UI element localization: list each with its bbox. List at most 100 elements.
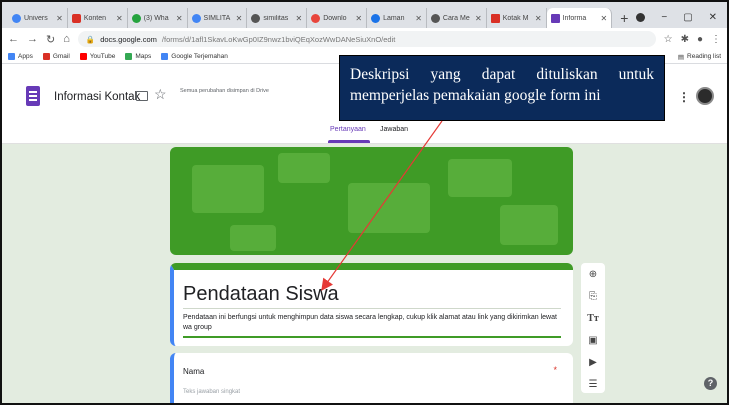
annotation-callout: Deskripsi yang dapat dituliskan untuk me… [339,55,665,121]
divider [183,308,561,309]
section-icon[interactable]: ☰ [586,377,600,391]
profile-dot-icon[interactable] [636,12,646,22]
help-icon[interactable]: ? [704,377,717,390]
banner-shape [500,205,558,245]
banner-shape [230,225,276,251]
forms-tabs: Pertanyaan Jawaban [2,122,727,144]
bookmark-translate[interactable]: Google Terjemahan [161,53,228,60]
form-description[interactable]: Pendataan ini berfungsi untuk menghimpun… [183,313,558,333]
tab-close-icon[interactable]: ✕ [176,14,183,23]
tab-title: Konten [83,14,107,22]
browser-tab[interactable]: (3) Wha ✕ [128,8,188,28]
tab-close-icon[interactable]: ✕ [116,14,123,23]
tab-favicon-icon [490,13,500,23]
form-title-card[interactable]: Pendataan Siswa Pendataan ini berfungsi … [170,263,573,346]
bookmark-label: Apps [18,53,33,60]
forward-icon[interactable]: → [27,33,38,45]
tab-close-icon[interactable]: ✕ [355,14,362,23]
tab-favicon-icon [550,13,560,23]
browser-tab[interactable]: Cara Me ✕ [427,8,487,28]
tab-close-icon[interactable]: ✕ [535,14,542,23]
maps-icon [125,53,133,60]
close-window-icon[interactable]: ✕ [709,12,717,23]
google-forms-logo-icon[interactable] [26,86,40,106]
bookmark-label: Gmail [52,53,70,60]
address-bar[interactable]: 🔒 docs.google.com/forms/d/1afl1SkavLoKwG… [77,31,656,47]
tab-favicon-icon [131,13,141,23]
question-label[interactable]: Nama [183,367,204,376]
bookmark-label: YouTube [89,53,116,60]
bookmark-gmail[interactable]: Gmail [42,53,70,60]
tab-answers[interactable]: Jawaban [380,126,408,133]
bookmark-label: Maps [135,53,152,60]
bookmark-youtube[interactable]: YouTube [79,53,116,60]
bookmark-maps[interactable]: Maps [125,53,151,60]
tab-favicon-icon [191,13,201,23]
folder-icon[interactable] [136,91,148,101]
browser-tab[interactable]: Konten ✕ [68,8,128,28]
star-icon[interactable]: ☆ [154,86,167,103]
bookmark-apps[interactable]: Apps [8,53,33,60]
browser-tab-active[interactable]: Informa ✕ [546,8,613,28]
question-card[interactable]: Nama * Teks jawaban singkat [170,353,573,403]
minimize-icon[interactable]: − [661,12,667,23]
browser-tab[interactable]: Univers ✕ [8,8,68,28]
tab-favicon-icon [12,13,21,23]
tab-title: Downlo [323,14,347,22]
tab-title: Kotak M [502,14,529,22]
browser-tab[interactable]: SIMLITA ✕ [188,8,248,28]
banner-shape [192,165,264,213]
restore-icon[interactable]: ▢ [683,12,692,23]
tab-favicon-icon [311,13,321,23]
more-options-icon[interactable]: ⋮ [678,90,690,104]
tab-close-icon[interactable]: ✕ [296,14,303,23]
floating-toolbar: ⊕ ⎘ Tт ▣ ▶ ☰ [581,263,605,393]
browser-tab[interactable]: Laman ✕ [367,8,427,28]
short-answer-hint: Teks jawaban singkat [183,389,241,395]
tab-favicon-icon [71,13,81,23]
tab-title: SIMLITA [203,14,231,22]
youtube-icon [79,53,87,60]
import-icon[interactable]: ⎘ [586,289,600,303]
title-text-icon[interactable]: Tт [586,311,600,325]
banner-shape [448,159,512,197]
description-focus-underline [183,336,561,338]
lock-icon: 🔒 [85,34,96,44]
document-title[interactable]: Informasi Kontak [54,91,140,103]
browser-tab-strip: Univers ✕ Konten ✕ (3) Wha ✕ SIMLITA ✕ simil… [2,2,727,28]
screenshot-frame: Univers ✕ Konten ✕ (3) Wha ✕ SIMLITA ✕ simil… [0,0,729,405]
tab-title: Informa [562,14,587,22]
add-question-icon[interactable]: ⊕ [586,267,600,281]
apps-icon [8,53,15,60]
reading-list-button[interactable]: ▤ Reading list [678,53,721,61]
avatar[interactable] [696,87,714,105]
video-icon[interactable]: ▶ [586,355,600,369]
browser-tab[interactable]: Downlo ✕ [307,8,368,28]
form-title[interactable]: Pendataan Siswa [183,283,339,306]
tab-close-icon[interactable]: ✕ [475,14,482,23]
image-icon[interactable]: ▣ [586,333,600,347]
banner-shape [278,153,330,183]
home-icon[interactable]: ⌂ [63,33,70,45]
bookmark-label: Google Terjemahan [171,53,228,60]
profile-icon[interactable]: ● [697,34,703,45]
bookmark-star-icon[interactable]: ☆ [664,34,673,45]
tab-close-icon[interactable]: ✕ [600,14,607,23]
url-path: /forms/d/1afl1SkavLoKwGp0IZ9nwz1bviQEqXo… [161,34,396,44]
tab-favicon-icon [430,13,440,23]
browser-tab[interactable]: Kotak M ✕ [487,8,547,28]
tab-close-icon[interactable]: ✕ [56,14,63,23]
extensions-icon[interactable]: ✱ [681,34,689,45]
tab-close-icon[interactable]: ✕ [236,14,243,23]
reload-icon[interactable]: ↻ [46,33,55,46]
tab-close-icon[interactable]: ✕ [415,14,422,23]
required-mark: * [553,365,557,375]
tab-questions[interactable]: Pertanyaan [330,126,366,133]
browser-menu-icon[interactable]: ⋮ [711,34,721,45]
browser-tab[interactable]: similitas ✕ [247,8,308,28]
new-tab-button[interactable]: + [612,8,636,28]
back-icon[interactable]: ← [8,33,19,45]
tab-title: Univers [24,14,48,22]
tab-favicon-icon [251,13,261,23]
reading-list-label: Reading list [687,53,721,60]
